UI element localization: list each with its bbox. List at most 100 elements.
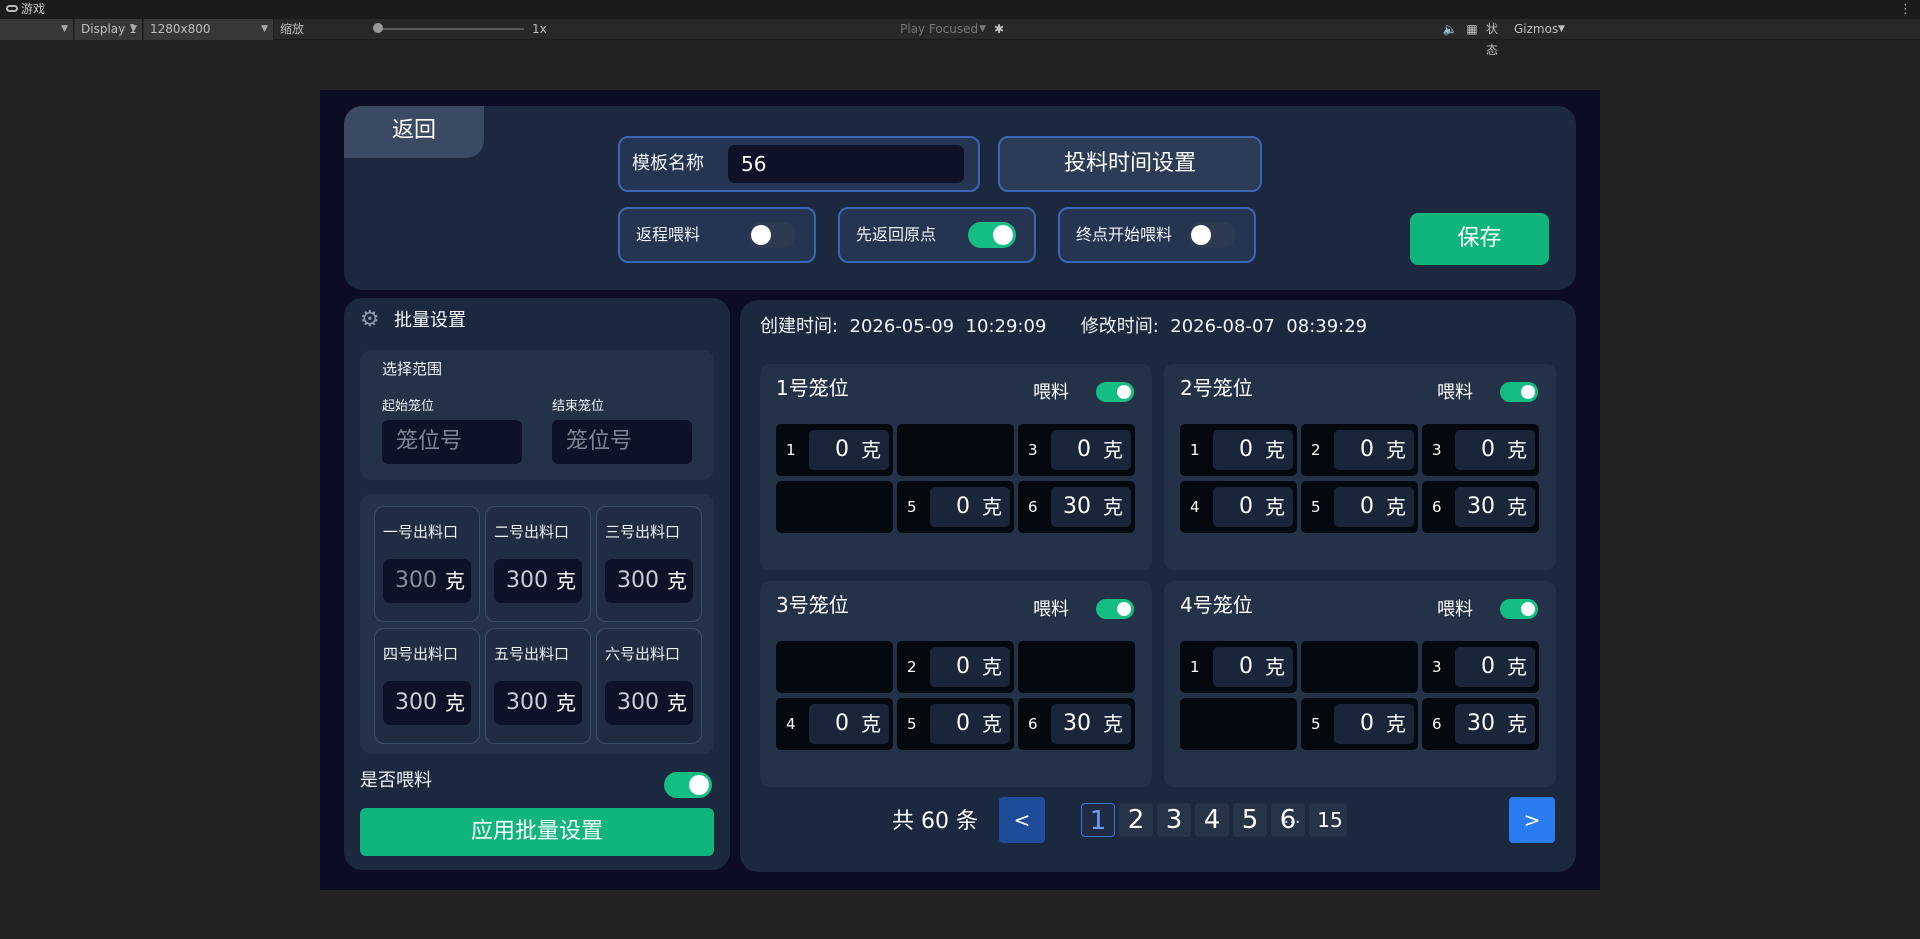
slot-index: 6 <box>1432 498 1442 516</box>
game-view-dropdown[interactable]: ▼ <box>0 19 74 40</box>
apply-batch-settings-button[interactable]: 应用批量设置 <box>360 808 714 856</box>
slot-empty <box>1018 641 1135 693</box>
slot-amount-input[interactable]: 30 克 <box>1051 704 1131 744</box>
toggle-knob <box>1191 225 1211 245</box>
slot-index: 5 <box>1311 498 1321 516</box>
page-button-2[interactable]: 2 <box>1119 803 1153 837</box>
slot-amount-input[interactable]: 0克 <box>809 430 889 470</box>
slot-unit: 克 <box>1265 438 1285 462</box>
scale-slider-knob[interactable] <box>373 23 383 33</box>
outlet-amount-input[interactable]: 300 克 <box>605 559 693 603</box>
page-button-1[interactable]: 1 <box>1081 803 1115 837</box>
template-name-label: 模板名称 <box>632 153 704 174</box>
slot-amount-input[interactable]: 0克 <box>1051 430 1131 470</box>
slot-amount-input[interactable]: 0克 <box>809 704 889 744</box>
gamepad-icon <box>6 5 18 12</box>
slot-index: 5 <box>907 498 917 516</box>
outlet-name: 二号出料口 <box>494 523 570 541</box>
outlet-amount-input[interactable]: 300 克 <box>383 681 471 725</box>
scale-slider-track[interactable] <box>378 28 524 30</box>
outlet-amount: 300 <box>506 568 548 593</box>
template-name-group: 模板名称 56 <box>618 136 980 192</box>
cage-feed-label: 喂料 <box>1437 382 1473 403</box>
cage-title: 4号笼位 <box>1180 593 1253 617</box>
outlet-amount-input[interactable]: 300 克 <box>494 681 582 725</box>
audio-icon[interactable]: 🔈 <box>1442 19 1458 40</box>
resolution-dropdown[interactable]: 1280x800 ▼ <box>144 19 274 40</box>
slot-amount-input[interactable]: 0克 <box>1213 647 1293 687</box>
slot-amount-input[interactable]: 0克 <box>1334 487 1414 527</box>
keyboard-icon[interactable]: ▦ <box>1464 19 1480 40</box>
stats-button[interactable]: 状态 <box>1486 19 1508 57</box>
outlet-amount: 300 <box>395 568 437 593</box>
slot-amount-input[interactable]: 0克 <box>1455 430 1535 470</box>
feed-slot: 1 0克 <box>1180 424 1297 476</box>
slot-amount: 0 <box>1360 437 1374 462</box>
slot-unit: 克 <box>1507 438 1527 462</box>
slot-amount-input[interactable]: 30 克 <box>1455 704 1535 744</box>
save-button[interactable]: 保存 <box>1410 213 1549 265</box>
outlet-1: 一号出料口 300 克 <box>374 506 480 622</box>
outlet-2: 二号出料口 300 克 <box>485 506 591 622</box>
more-options-icon[interactable]: ⋮ <box>1899 0 1912 19</box>
slot-unit: 克 <box>861 438 881 462</box>
outlet-amount-input[interactable]: 300 克 <box>383 559 471 603</box>
outlet-amount: 300 <box>395 690 437 715</box>
end-start-feeding-toggle[interactable] <box>1188 222 1236 248</box>
bug-icon[interactable]: ✱ <box>991 19 1007 40</box>
editor-title-bar: 游戏 ⋮ <box>0 0 1920 19</box>
back-button[interactable]: 返回 <box>344 106 484 158</box>
slot-unit: 克 <box>1103 438 1123 462</box>
feed-slot: 3 0克 <box>1422 424 1539 476</box>
page-button-5[interactable]: 5 <box>1233 803 1267 837</box>
slot-amount: 30 <box>1467 711 1495 736</box>
display-label: Display 1 <box>81 22 137 36</box>
template-name-input[interactable]: 56 <box>728 145 964 183</box>
cage-feed-toggle[interactable] <box>1500 599 1538 619</box>
start-cage-input[interactable]: 笼位号 <box>382 420 522 464</box>
batch-feed-toggle[interactable] <box>664 772 712 798</box>
slot-amount-input[interactable]: 0克 <box>1334 430 1414 470</box>
outlet-unit: 克 <box>556 569 576 593</box>
next-page-button[interactable]: > <box>1509 797 1555 843</box>
page-button-4[interactable]: 4 <box>1195 803 1229 837</box>
prev-page-button[interactable]: < <box>999 797 1045 843</box>
cage-feed-toggle[interactable] <box>1096 599 1134 619</box>
slot-amount-input[interactable]: 0克 <box>1334 704 1414 744</box>
feed-time-settings-button[interactable]: 投料时间设置 <box>998 136 1262 192</box>
outlet-amount-input[interactable]: 300 克 <box>494 559 582 603</box>
slot-index: 6 <box>1028 498 1038 516</box>
page-button-last[interactable]: 15 <box>1313 803 1347 837</box>
editor-toolbar: ▼ Display 1 ▼ 1280x800 ▼ 缩放 1x Play Focuse… <box>0 19 1920 57</box>
slot-amount-input[interactable]: 0克 <box>930 487 1010 527</box>
return-origin-first-toggle[interactable] <box>968 222 1016 248</box>
slot-amount: 0 <box>1481 437 1495 462</box>
cage-feed-toggle[interactable] <box>1096 382 1134 402</box>
cage-feed-toggle[interactable] <box>1500 382 1538 402</box>
slot-amount: 30 <box>1063 711 1091 736</box>
slot-amount-input[interactable]: 0克 <box>1213 487 1293 527</box>
slot-amount-input[interactable]: 30 克 <box>1455 487 1535 527</box>
slot-amount-input[interactable]: 0克 <box>930 647 1010 687</box>
play-mode-dropdown[interactable]: Play Focused ▼ <box>900 19 990 40</box>
slot-amount-input[interactable]: 0克 <box>1455 647 1535 687</box>
gizmos-dropdown[interactable]: Gizmos ▼ <box>1514 19 1565 40</box>
feed-slot: 3 0克 <box>1018 424 1135 476</box>
slot-index: 6 <box>1432 715 1442 733</box>
feed-slot: 1 0克 <box>1180 641 1297 693</box>
slot-amount: 30 <box>1467 494 1495 519</box>
slot-amount-input[interactable]: 0克 <box>1213 430 1293 470</box>
page-button-3[interactable]: 3 <box>1157 803 1191 837</box>
display-dropdown[interactable]: Display 1 ▼ <box>75 19 143 40</box>
slot-index: 1 <box>1190 441 1200 459</box>
toggle-knob <box>993 225 1013 245</box>
outlet-6: 六号出料口 300 克 <box>596 628 702 744</box>
outlet-amount-input[interactable]: 300 克 <box>605 681 693 725</box>
slot-amount-input[interactable]: 0克 <box>930 704 1010 744</box>
slot-index: 3 <box>1028 441 1038 459</box>
slot-amount-input[interactable]: 30 克 <box>1051 487 1131 527</box>
end-cage-input[interactable]: 笼位号 <box>552 420 692 464</box>
slot-amount: 0 <box>1360 494 1374 519</box>
return-feeding-toggle[interactable] <box>748 222 796 248</box>
resolution-label: 1280x800 <box>150 22 211 36</box>
